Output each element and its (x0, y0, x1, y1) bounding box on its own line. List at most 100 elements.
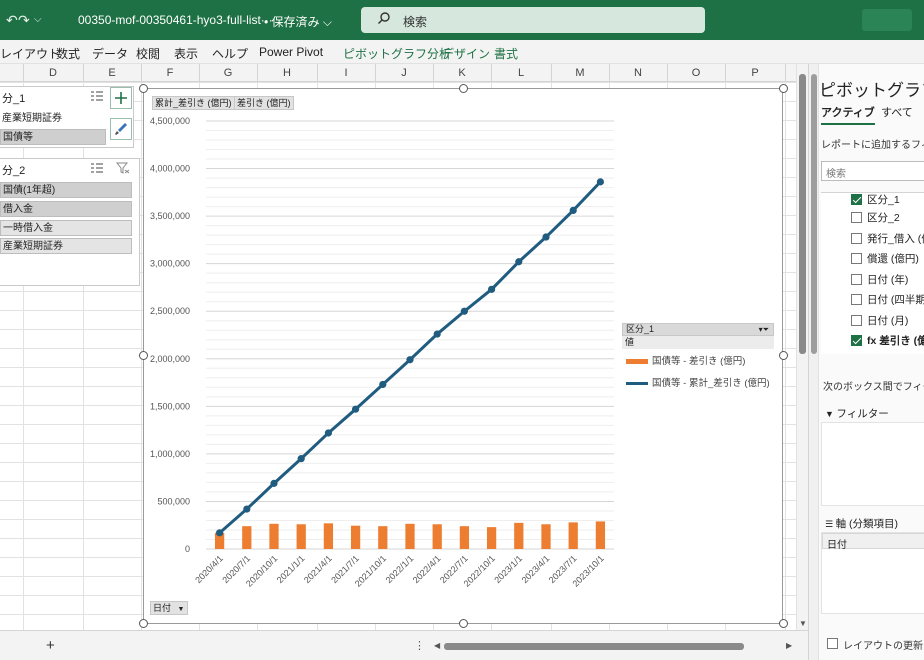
search-box[interactable]: 検索 (361, 7, 705, 33)
tab-formulas[interactable]: 数式 (56, 45, 80, 62)
tab-pivotchart-analyze[interactable]: ピボットグラフ分析 (343, 45, 451, 62)
column-header[interactable]: N (609, 67, 667, 79)
column-header[interactable]: G (199, 67, 257, 79)
field-label[interactable]: fx 差引き (億 (867, 333, 924, 348)
chart-styles-button[interactable] (110, 118, 132, 140)
y-tick-label: 3,000,000 (150, 259, 190, 269)
tab-design[interactable]: デザイン (442, 45, 490, 62)
defer-update-label[interactable]: レイアウトの更新を保 (843, 637, 924, 652)
field-checkbox[interactable] (851, 212, 862, 223)
legend-label: 国債等 - 累計_差引き (億円) (652, 378, 770, 389)
tab-review[interactable]: 校閲 (136, 45, 160, 62)
column-header[interactable]: I (317, 67, 375, 79)
slicer-kubun2[interactable]: 分_2 国債(1年超) 借入金 一時借入金 産業短期証券 (0, 158, 140, 286)
field-label[interactable]: 日付 (年) (867, 272, 908, 287)
slicer-item[interactable]: 一時借入金 (0, 220, 132, 236)
tab-data[interactable]: データ (92, 45, 128, 62)
tab-format[interactable]: 書式 (494, 45, 518, 62)
horizontal-scrollbar-thumb[interactable] (444, 643, 744, 650)
scrollbar-thumb[interactable] (799, 74, 806, 354)
column-header[interactable]: K (433, 67, 491, 79)
column-header[interactable]: D (23, 67, 83, 79)
vertical-scrollbar[interactable]: ▼ (796, 64, 808, 630)
resize-handle[interactable] (139, 84, 148, 93)
field-label[interactable]: 償還 (億円) (867, 251, 919, 266)
pane-scrollbar-thumb[interactable] (811, 74, 817, 354)
column-header[interactable]: H (257, 67, 317, 79)
tab-active[interactable]: アクティブ (821, 104, 875, 125)
line-point (542, 233, 550, 241)
slicer-item[interactable]: 借入金 (0, 201, 132, 217)
field-label[interactable]: 日付 (月) (867, 313, 908, 328)
line-point (216, 529, 224, 537)
legend-field-button[interactable]: 区分_1 ▾⏷ (622, 323, 774, 336)
line-point (297, 455, 305, 463)
field-label[interactable]: 発行_借入 (億 (867, 231, 924, 246)
scroll-down-icon[interactable]: ▼ (799, 619, 807, 628)
sheet-tab-bar: + ⋮ ◀ ▶ (0, 630, 808, 660)
chart-legend[interactable]: 区分_1 ▾⏷ 値 国債等 - 差引き (億円) 国債等 - 累計_差引き (億… (622, 323, 774, 393)
resize-handle[interactable] (779, 619, 788, 628)
tab-help[interactable]: ヘルプ (212, 45, 248, 62)
field-search-input[interactable]: 検索 (821, 161, 924, 181)
resize-handle[interactable] (779, 351, 788, 360)
tab-power-pivot[interactable]: Power Pivot (259, 45, 323, 59)
account-button[interactable] (862, 9, 912, 31)
field-checkbox[interactable] (851, 274, 862, 285)
resize-handle[interactable] (139, 351, 148, 360)
tab-page-layout[interactable]: レイアウト (0, 45, 60, 62)
field-label[interactable]: 区分_1 (867, 192, 900, 207)
quick-access-dropdown-icon[interactable]: ⌵ (34, 14, 42, 25)
column-header[interactable]: O (667, 67, 725, 79)
field-checkbox[interactable] (851, 335, 862, 346)
field-checkbox[interactable] (851, 233, 862, 244)
field-checkbox[interactable] (851, 194, 862, 205)
drag-hint: 次のボックス間でフィールド (823, 382, 924, 393)
slicer-item[interactable]: 国債(1年超) (0, 182, 132, 198)
column-header[interactable]: P (725, 67, 785, 79)
column-header[interactable]: F (141, 67, 199, 79)
resize-handle[interactable] (139, 619, 148, 628)
multi-select-icon[interactable] (90, 90, 104, 102)
column-header[interactable]: J (375, 67, 433, 79)
field-label[interactable]: 区分_2 (867, 210, 900, 225)
slicer-item[interactable]: 国債等 (0, 129, 106, 145)
scroll-left-icon[interactable]: ◀ (434, 641, 440, 650)
field-checkbox[interactable] (851, 315, 862, 326)
bar (405, 523, 415, 549)
y-tick-label: 1,500,000 (150, 401, 190, 411)
tab-all[interactable]: すべて (881, 104, 913, 120)
column-header[interactable]: E (83, 67, 141, 79)
field-checkbox[interactable] (851, 253, 862, 264)
save-status[interactable]: • 保存済み ⌵ (264, 13, 332, 30)
axis-field-item[interactable]: 日付 (822, 533, 924, 551)
resize-handle[interactable] (779, 84, 788, 93)
defer-update-checkbox[interactable] (827, 638, 838, 649)
line-point (569, 206, 577, 215)
more-options-icon[interactable]: ⋮ (414, 639, 425, 652)
y-tick-label: 1,000,000 (150, 449, 190, 459)
column-header[interactable]: L (491, 67, 551, 79)
slicer-item[interactable]: 産業短期証券 (0, 238, 132, 254)
axis-drop-area[interactable]: 日付 (821, 532, 924, 614)
field-checkbox[interactable] (851, 294, 862, 305)
add-sheet-button[interactable]: + (46, 637, 55, 654)
column-header[interactable]: M (551, 67, 609, 79)
undo-icon[interactable]: ↶ (6, 12, 18, 29)
field-label[interactable]: 日付 (四半期 (867, 292, 924, 307)
filter-drop-area[interactable] (821, 422, 924, 506)
multi-select-icon[interactable] (90, 162, 104, 174)
bar (541, 524, 551, 549)
slicer-item[interactable]: 産業短期証券 (0, 111, 106, 127)
resize-handle[interactable] (459, 619, 468, 628)
resize-handle[interactable] (459, 84, 468, 93)
scroll-right-icon[interactable]: ▶ (786, 641, 792, 650)
line-point (515, 258, 523, 266)
clear-filter-icon[interactable] (116, 162, 130, 174)
axis-area-label: 軸 (分類項目) (835, 518, 898, 530)
redo-icon[interactable]: ↷ (18, 12, 30, 29)
chart-elements-button[interactable] (110, 87, 132, 109)
tab-view[interactable]: 表示 (174, 45, 198, 62)
pane-scrollbar[interactable] (809, 64, 819, 660)
file-name[interactable]: 00350-mof-00350461-hyo3-full-list··· (78, 13, 273, 27)
